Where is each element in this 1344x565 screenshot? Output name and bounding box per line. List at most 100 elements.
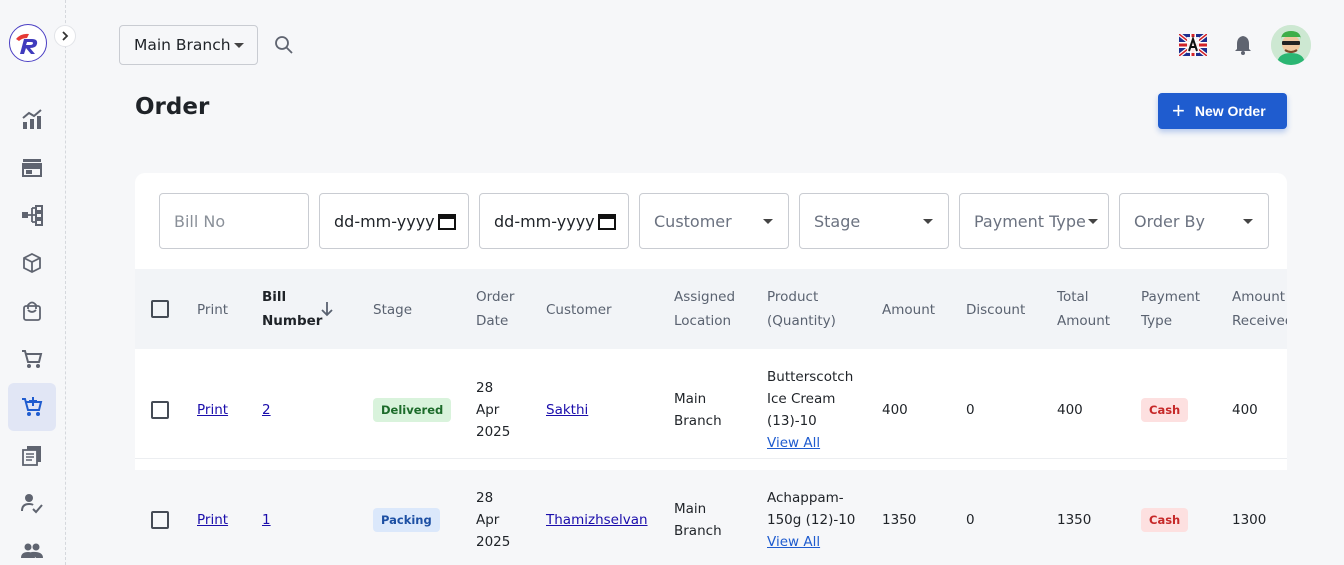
search-button[interactable]: [272, 33, 296, 57]
customer-link[interactable]: Thamizhselvan: [546, 509, 648, 531]
discount: 0: [966, 512, 975, 528]
bill-no-placeholder: Bill No: [174, 211, 226, 231]
header-amount-received-line1: Amount: [1232, 289, 1286, 305]
customer-filter-label: Customer: [654, 211, 732, 231]
calendar-icon: [438, 214, 456, 230]
header-product-line2: (Quantity): [767, 313, 836, 329]
order-date-year: 2025: [476, 424, 511, 440]
customer-filter[interactable]: Customer: [639, 193, 789, 249]
nav-staff[interactable]: [8, 479, 56, 527]
language-switch[interactable]: [1177, 32, 1209, 58]
user-check-icon: [21, 494, 43, 514]
caret-down-icon: [763, 219, 773, 224]
product-line3: (13)-10: [767, 413, 817, 429]
order-by-filter-label: Order By: [1134, 211, 1205, 231]
product-line2: 150g (12)-10: [767, 512, 856, 528]
header-stage: Stage: [373, 302, 413, 318]
header-bill-number[interactable]: Bill Number: [262, 285, 322, 333]
box-icon: [23, 252, 41, 274]
nav-customers[interactable]: [8, 527, 56, 565]
nav-sales[interactable]: [8, 335, 56, 383]
user-avatar[interactable]: [1271, 25, 1311, 65]
header-assigned-location-line1: Assigned: [674, 289, 736, 305]
cart-plus-icon: [22, 397, 43, 416]
location-line2: Branch: [674, 523, 722, 539]
total-amount: 400: [1057, 402, 1083, 418]
new-order-button[interactable]: + New Order: [1158, 93, 1287, 129]
header-amount-received-line2: Received: [1232, 313, 1287, 329]
nav-orders[interactable]: [8, 383, 56, 431]
bill-no-input[interactable]: Bill No: [159, 193, 309, 249]
app-logo[interactable]: [9, 24, 47, 62]
date-to-value: dd-mm-yyyy: [494, 211, 595, 231]
stage-filter[interactable]: Stage: [799, 193, 949, 249]
receipt-icon: [22, 446, 41, 466]
row-checkbox[interactable]: [151, 401, 169, 419]
amount: 1350: [882, 512, 917, 528]
customer-link[interactable]: Sakthi: [546, 399, 588, 421]
calendar-icon: [598, 214, 616, 230]
header-amount: Amount: [882, 302, 936, 318]
order-date: 28 Apr 2025: [476, 377, 510, 443]
header-total-amount-line1: Total: [1057, 289, 1089, 305]
discount: 0: [966, 402, 975, 418]
cart-icon: [22, 350, 43, 368]
row-checkbox[interactable]: [151, 511, 169, 529]
caret-down-icon: [1243, 219, 1253, 224]
chart-icon: [22, 109, 42, 129]
chevron-right-icon: [62, 31, 69, 41]
print-link[interactable]: Print: [197, 399, 228, 421]
search-icon: [275, 36, 293, 54]
bill-number-link[interactable]: 2: [262, 399, 271, 421]
date-from-input[interactable]: dd-mm-yyyy: [319, 193, 469, 249]
product-line1: Butterscotch: [767, 369, 854, 385]
nav-invoices[interactable]: [8, 431, 56, 479]
order-date-day: 28: [476, 490, 494, 506]
table-header: Print Bill Number Stage Order Date Custo…: [135, 269, 1287, 349]
product-quantity: Achappam- 150g (12)-10 View All: [767, 487, 855, 553]
sidebar-collapse-button[interactable]: [54, 25, 76, 47]
header-payment-type-line1: Payment: [1141, 289, 1201, 305]
header-total-amount-line2: Amount: [1057, 313, 1111, 329]
nav-products[interactable]: [8, 239, 56, 287]
sort-arrow-down-icon[interactable]: [319, 301, 335, 317]
nav-hierarchy[interactable]: [8, 191, 56, 239]
date-to-input[interactable]: dd-mm-yyyy: [479, 193, 629, 249]
select-all-checkbox[interactable]: [151, 300, 169, 318]
page-title: Order: [135, 94, 210, 120]
header-assigned-location-line2: Location: [674, 313, 732, 329]
branch-select[interactable]: Main Branch: [119, 25, 258, 65]
payment-type-filter-label: Payment Type: [974, 211, 1086, 231]
payment-badge: Cash: [1141, 508, 1189, 532]
view-all-link[interactable]: View All: [767, 432, 853, 454]
product-quantity: Butterscotch Ice Cream (13)-10 View All: [767, 366, 853, 454]
bag-icon: [23, 301, 41, 321]
amount-received: 400: [1232, 402, 1258, 418]
logo-icon: [16, 33, 38, 54]
header-bill-number-line1: Bill: [262, 289, 287, 305]
notifications-button[interactable]: [1232, 34, 1254, 56]
header-order-date-line1: Order: [476, 289, 515, 305]
stage-badge: Delivered: [373, 398, 452, 422]
nav-purchases[interactable]: [8, 287, 56, 335]
header-discount: Discount: [966, 302, 1026, 318]
header-payment-type: Payment Type: [1141, 285, 1200, 333]
header-total-amount: Total Amount: [1057, 285, 1110, 333]
stage-filter-label: Stage: [814, 211, 861, 231]
print-link[interactable]: Print: [197, 509, 228, 531]
nav-stores[interactable]: [8, 143, 56, 191]
header-product: Product (Quantity): [767, 285, 836, 333]
header-print: Print: [197, 302, 229, 318]
total-amount: 1350: [1057, 512, 1092, 528]
view-all-link[interactable]: View All: [767, 531, 855, 553]
bill-number-link[interactable]: 1: [262, 509, 271, 531]
payment-type-filter[interactable]: Payment Type: [959, 193, 1109, 249]
sidebar: [0, 0, 76, 565]
avatar-image: [1271, 25, 1311, 65]
order-date: 28 Apr 2025: [476, 487, 510, 553]
nav-dashboard[interactable]: [8, 95, 56, 143]
product-line1: Achappam-: [767, 490, 844, 506]
order-by-filter[interactable]: Order By: [1119, 193, 1269, 249]
amount: 400: [882, 402, 908, 418]
header-payment-type-line2: Type: [1141, 313, 1173, 329]
